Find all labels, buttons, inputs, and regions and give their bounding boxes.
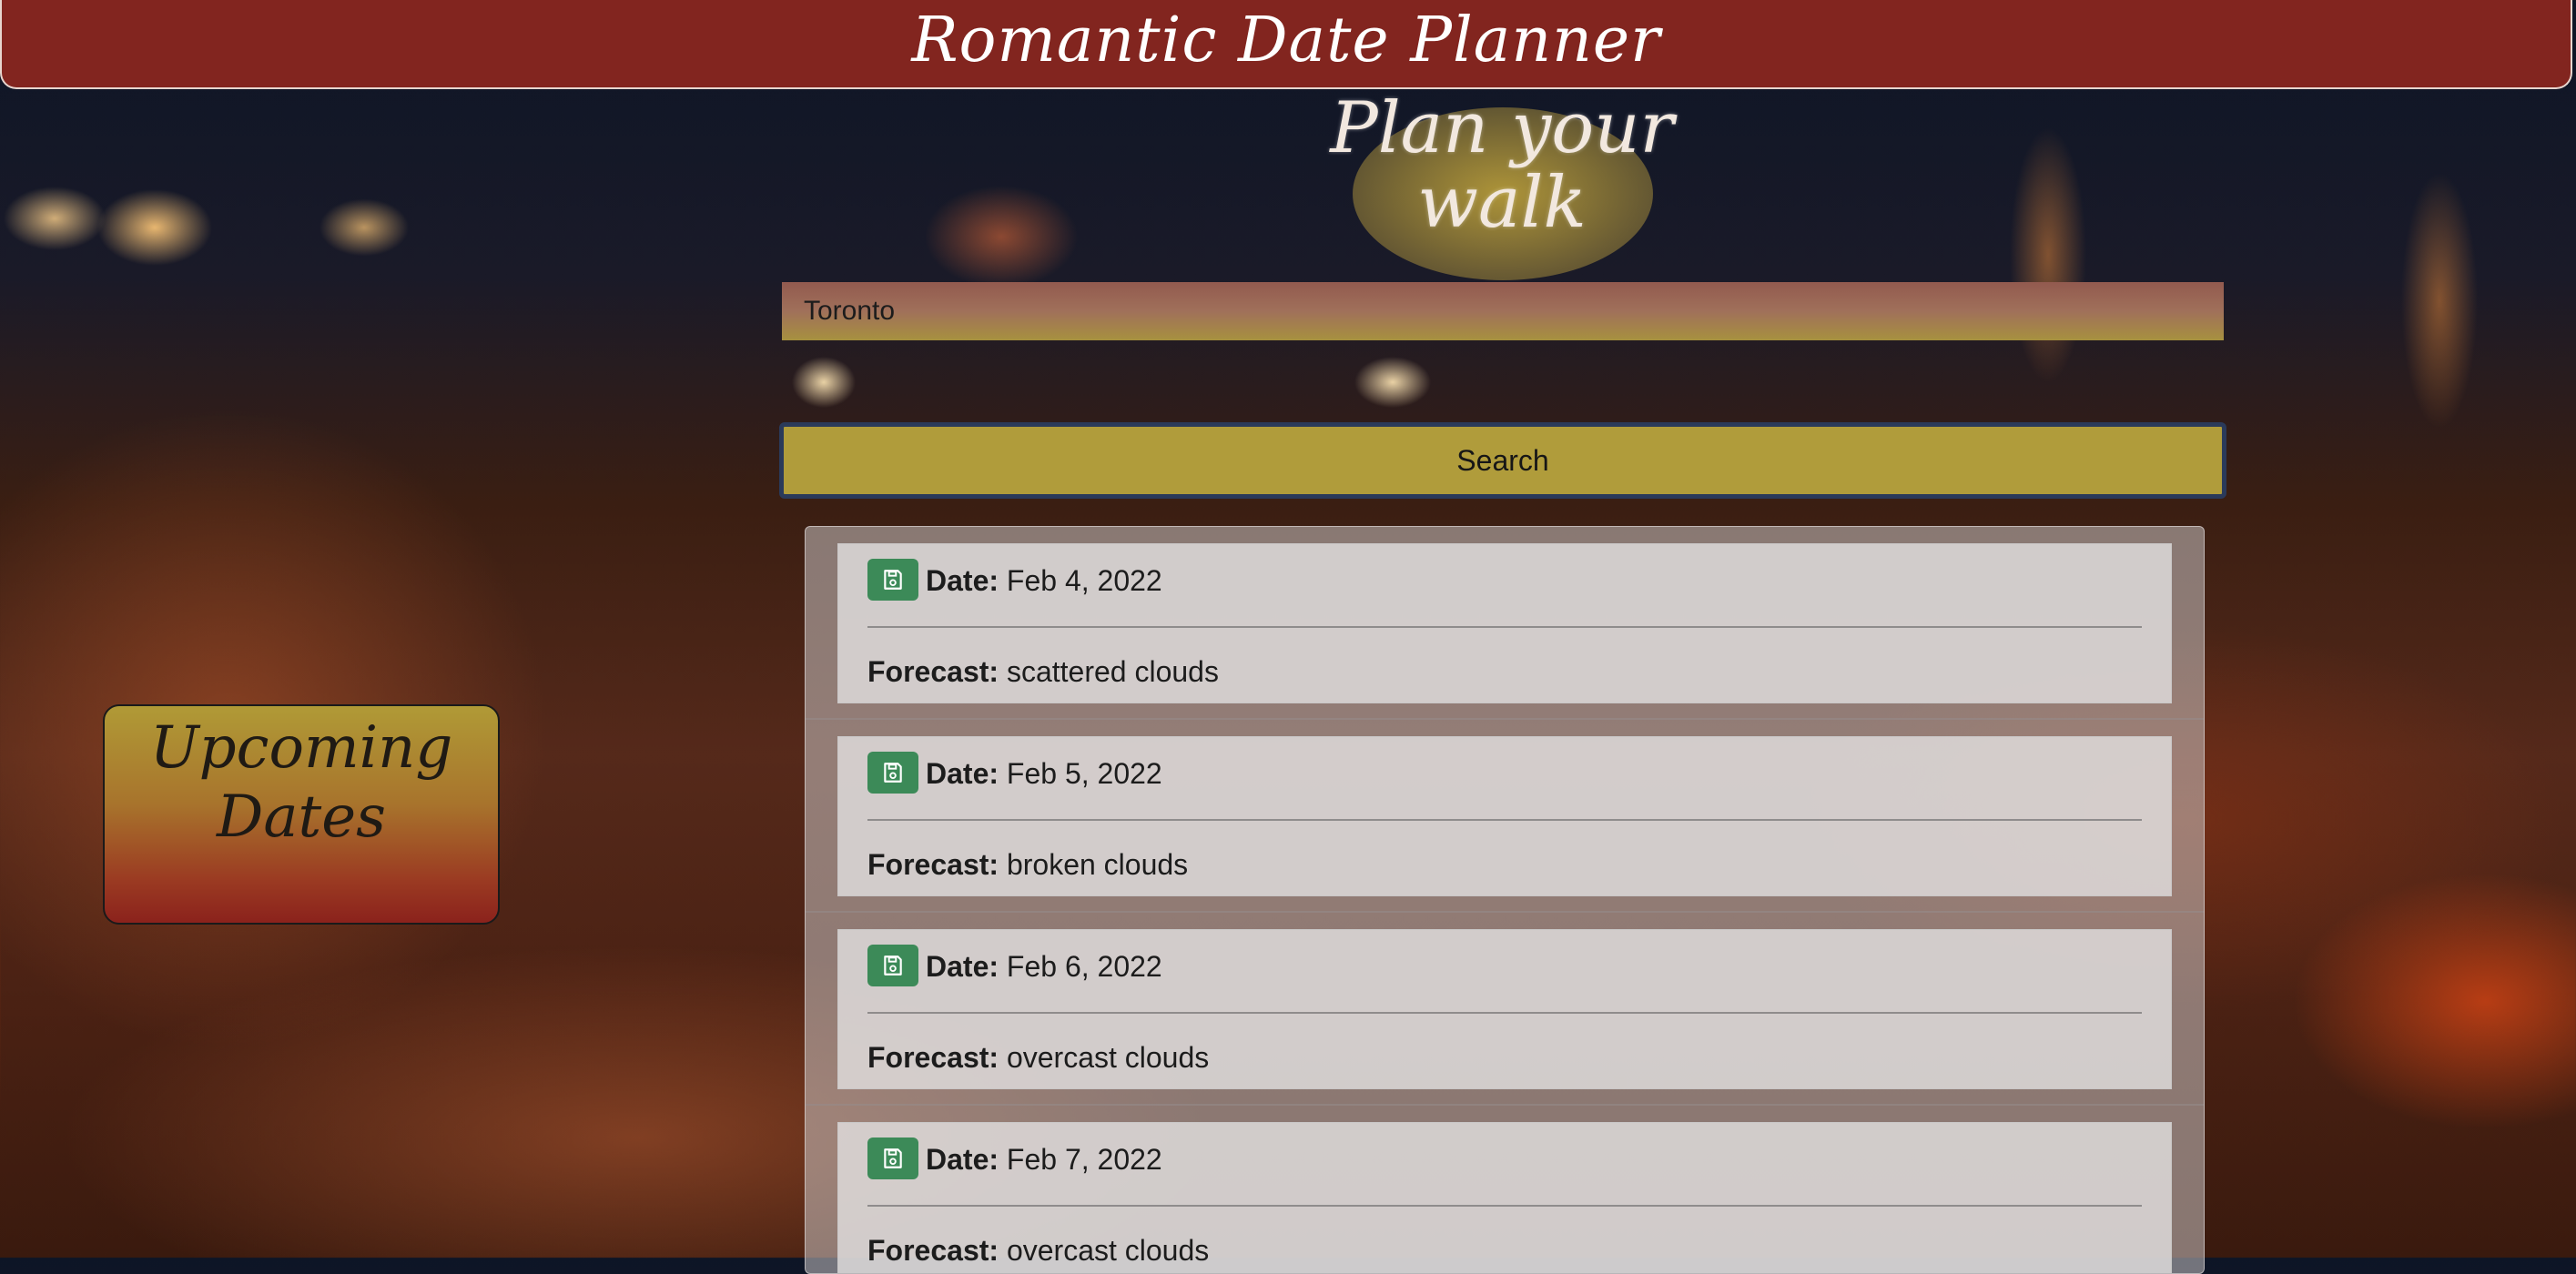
- date-value: Feb 6, 2022: [1006, 950, 1162, 983]
- forecast-card: Date: Feb 5, 2022 Forecast: broken cloud…: [837, 736, 2172, 896]
- forecast-card: Date: Feb 4, 2022 Forecast: scattered cl…: [837, 543, 2172, 703]
- forecast-day-row: Date: Feb 6, 2022 Forecast: overcast clo…: [806, 913, 2204, 1106]
- save-icon: [884, 956, 902, 976]
- forecast-card: Date: Feb 7, 2022 Forecast: overcast clo…: [837, 1122, 2172, 1273]
- upcoming-dates-title: Upcoming Dates: [149, 714, 453, 851]
- forecast-description: Forecast: scattered clouds: [867, 655, 1219, 689]
- forecast-date: Date: Feb 7, 2022: [926, 1143, 1162, 1177]
- forecast-day-row: Date: Feb 7, 2022 Forecast: overcast clo…: [806, 1106, 2204, 1273]
- date-value: Feb 5, 2022: [1006, 757, 1162, 790]
- app-header: Romantic Date Planner: [0, 0, 2572, 89]
- save-icon: [884, 570, 902, 590]
- search-button[interactable]: Search: [779, 422, 2226, 499]
- forecast-day-row: Date: Feb 4, 2022 Forecast: scattered cl…: [806, 527, 2204, 720]
- forecast-date: Date: Feb 6, 2022: [926, 950, 1162, 984]
- save-icon: [884, 763, 902, 783]
- forecast-description: Forecast: broken clouds: [867, 848, 1188, 882]
- forecast-label: Forecast:: [867, 848, 999, 881]
- date-value: Feb 4, 2022: [1006, 564, 1162, 597]
- forecast-value: scattered clouds: [1006, 655, 1219, 688]
- forecast-label: Forecast:: [867, 655, 999, 688]
- card-divider: [867, 819, 2142, 821]
- app-title: Romantic Date Planner: [911, 4, 1661, 76]
- forecast-day-row: Date: Feb 5, 2022 Forecast: broken cloud…: [806, 720, 2204, 913]
- forecast-list: Date: Feb 4, 2022 Forecast: scattered cl…: [805, 526, 2205, 1274]
- save-date-button[interactable]: [867, 945, 918, 986]
- forecast-date: Date: Feb 5, 2022: [926, 757, 1162, 791]
- forecast-value: overcast clouds: [1006, 1041, 1210, 1074]
- card-divider: [867, 1012, 2142, 1014]
- date-label: Date:: [926, 564, 999, 597]
- forecast-value: overcast clouds: [1006, 1234, 1210, 1267]
- plan-title: Plan your walk: [1330, 87, 1674, 244]
- forecast-date: Date: Feb 4, 2022: [926, 564, 1162, 598]
- save-icon: [884, 1148, 902, 1168]
- forecast-label: Forecast:: [867, 1234, 999, 1267]
- forecast-card: Date: Feb 6, 2022 Forecast: overcast clo…: [837, 929, 2172, 1089]
- date-label: Date:: [926, 757, 999, 790]
- save-date-button[interactable]: [867, 1138, 918, 1179]
- date-value: Feb 7, 2022: [1006, 1143, 1162, 1176]
- forecast-description: Forecast: overcast clouds: [867, 1234, 1209, 1268]
- forecast-description: Forecast: overcast clouds: [867, 1041, 1209, 1075]
- card-divider: [867, 626, 2142, 628]
- city-search-input[interactable]: [782, 282, 2224, 340]
- forecast-value: broken clouds: [1006, 848, 1189, 881]
- upcoming-dates-panel: Upcoming Dates: [103, 704, 500, 925]
- save-date-button[interactable]: [867, 559, 918, 601]
- forecast-label: Forecast:: [867, 1041, 999, 1074]
- date-label: Date:: [926, 950, 999, 983]
- card-divider: [867, 1205, 2142, 1207]
- date-label: Date:: [926, 1143, 999, 1176]
- save-date-button[interactable]: [867, 752, 918, 794]
